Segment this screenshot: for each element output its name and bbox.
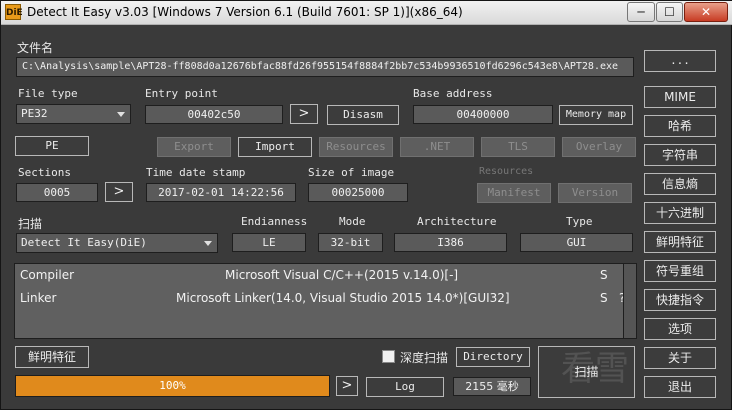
file-name-label: 文件名 — [17, 41, 54, 55]
progress-go-button[interactable]: > — [336, 376, 358, 396]
scan-time-field: 2155 毫秒 — [453, 377, 531, 396]
memory-map-button[interactable]: Memory map — [559, 105, 633, 125]
deep-scan-label: 深度扫描 — [400, 351, 449, 365]
overlay-button[interactable]: Overlay — [562, 137, 636, 157]
timestamp-field[interactable]: 2017-02-01 14:22:56 — [146, 183, 296, 202]
result-name: Microsoft Visual C/C++(2015 v.14.0)[-] — [225, 268, 459, 282]
resources-button[interactable]: Resources — [319, 137, 393, 157]
scan-engine-select[interactable]: Detect It Easy(DiE) — [16, 233, 218, 253]
side-options-button[interactable]: 选项 — [644, 318, 716, 340]
entry-point-field[interactable]: 00402c50 — [145, 105, 283, 124]
architecture-label: Architecture — [417, 215, 497, 228]
sections-label: Sections — [18, 166, 71, 179]
results-scrollbar[interactable] — [623, 263, 637, 339]
results-list: Compiler Microsoft Visual C/C++(2015 v.1… — [14, 263, 637, 339]
tls-button[interactable]: TLS — [481, 137, 555, 157]
side-about-button[interactable]: 关于 — [644, 347, 716, 369]
result-kind: Compiler — [20, 268, 75, 282]
app-window: DiE Detect It Easy v3.03 [Windows 7 Vers… — [0, 0, 732, 410]
browse-button[interactable]: ... — [644, 50, 716, 72]
watermark-logo: 看雪 — [561, 349, 629, 389]
directory-button[interactable]: Directory — [456, 347, 530, 367]
timestamp-label: Time date stamp — [146, 166, 246, 179]
chevron-down-icon — [117, 112, 125, 117]
mode-field: 32-bit — [318, 233, 383, 252]
result-kind: Linker — [20, 291, 57, 305]
base-address-label: Base address — [413, 87, 493, 100]
endianness-field: LE — [232, 233, 306, 252]
version-button[interactable]: Version — [558, 183, 632, 203]
export-button[interactable]: Export — [157, 137, 231, 157]
import-button[interactable]: Import — [238, 137, 312, 157]
entry-point-go-button[interactable]: > — [290, 104, 318, 124]
minimize-button[interactable]: ─ — [627, 2, 655, 22]
signatures-button[interactable]: 鲜明特征 — [15, 346, 89, 368]
sections-go-button[interactable]: > — [105, 182, 133, 202]
resources-group-label: Resources — [479, 166, 534, 177]
side-exit-button[interactable]: 退出 — [644, 376, 716, 398]
app-icon: DiE — [5, 4, 23, 20]
window-title: Detect It Easy v3.03 [Windows 7 Version … — [27, 5, 463, 19]
side-entropy-button[interactable]: 信息熵 — [644, 173, 716, 195]
file-path-field[interactable]: C:\Analysis\sample\APT28-ff808d0a12676bf… — [16, 57, 634, 77]
side-demangle-button[interactable]: 符号重组 — [644, 260, 716, 282]
result-name: Microsoft Linker(14.0, Visual Studio 201… — [176, 291, 510, 305]
endianness-label: Endianness — [241, 215, 308, 228]
progress-text: 100% — [159, 379, 186, 392]
result-flag[interactable]: S — [600, 291, 608, 305]
maximize-button[interactable]: ☐ — [656, 2, 683, 22]
pe-button[interactable]: PE — [15, 136, 89, 156]
file-type-select[interactable]: PE32 — [16, 104, 131, 124]
type-field: GUI — [520, 233, 633, 252]
manifest-button[interactable]: Manifest — [477, 183, 551, 203]
scan-progress-bar: 100% — [15, 375, 330, 397]
image-size-label: Size of image — [308, 166, 395, 179]
side-strings-button[interactable]: 字符串 — [644, 144, 716, 166]
base-address-field[interactable]: 00400000 — [413, 105, 553, 124]
close-button[interactable]: ✕ — [684, 2, 728, 22]
side-mime-button[interactable]: MIME — [644, 86, 716, 108]
file-type-value: PE32 — [21, 107, 48, 120]
disasm-button[interactable]: Disasm — [327, 105, 399, 125]
entry-point-label: Entry point — [145, 87, 218, 100]
scan-label: 扫描 — [18, 217, 43, 231]
side-signatures-button[interactable]: 鲜明特征 — [644, 231, 716, 253]
sections-field[interactable]: 0005 — [16, 183, 98, 202]
file-type-label: File type — [18, 87, 78, 100]
result-flag[interactable]: S — [600, 268, 608, 282]
deep-scan-checkbox[interactable] — [382, 350, 395, 363]
side-hash-button[interactable]: 哈希 — [644, 115, 716, 137]
image-size-field[interactable]: 00025000 — [308, 183, 408, 202]
mode-label: Mode — [339, 215, 366, 228]
architecture-field: I386 — [394, 233, 507, 252]
chevron-down-icon — [204, 241, 212, 246]
side-hex-button[interactable]: 十六进制 — [644, 202, 716, 224]
log-button[interactable]: Log — [366, 377, 444, 397]
type-label: Type — [566, 215, 593, 228]
title-bar: DiE Detect It Easy v3.03 [Windows 7 Vers… — [1, 1, 732, 25]
side-shortcuts-button[interactable]: 快捷指令 — [644, 289, 716, 311]
net-button[interactable]: .NET — [400, 137, 474, 157]
scan-engine-value: Detect It Easy(DiE) — [21, 236, 147, 249]
